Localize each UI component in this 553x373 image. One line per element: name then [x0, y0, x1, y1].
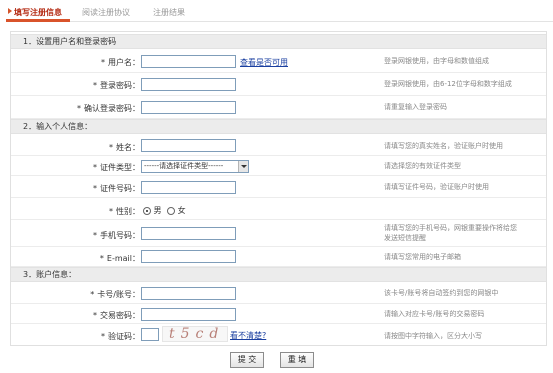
tab-divider: [6, 21, 553, 22]
gender-male-radio[interactable]: [143, 206, 151, 215]
tab-read-agreement[interactable]: 阅读注册协议: [82, 7, 130, 18]
gender-male-label: 男: [153, 206, 162, 215]
password-input[interactable]: [141, 78, 236, 91]
gender-group: 男 女: [143, 205, 186, 216]
row-name: * 姓名： 请填写您的真实姓名，验证账户时使用: [11, 135, 546, 156]
arrow-right-icon: [8, 8, 12, 14]
password-hint: 登录网银使用，由6-12位字母和数字组成: [384, 80, 512, 88]
gender-female-label: 女: [177, 206, 186, 215]
row-tx-password: * 交易密码： 请输入对应卡号/账号的交易密码: [11, 304, 546, 324]
submit-button[interactable]: 提 交: [230, 352, 264, 368]
row-password: * 登录密码： 登录网银使用，由6-12位字母和数字组成: [11, 73, 546, 96]
row-username: * 用户名： 查看是否可用 登录网银使用，由字母和数值组成: [11, 50, 546, 73]
confirm-password-hint: 请重复输入登录密码: [384, 103, 447, 111]
chevron-down-icon[interactable]: [238, 161, 248, 172]
email-input[interactable]: [141, 250, 236, 263]
captcha-image[interactable]: t5cd: [162, 326, 228, 342]
refresh-captcha-link[interactable]: 看不清楚?: [230, 330, 266, 341]
id-type-label: 证件类型：: [100, 163, 140, 172]
username-input[interactable]: [141, 55, 236, 68]
email-label: E-mail：: [106, 254, 140, 263]
gender-label: 性别：: [116, 207, 140, 216]
tx-password-label: 交易密码：: [100, 311, 140, 320]
id-number-label: 证件号码：: [100, 184, 140, 193]
id-type-select[interactable]: ------请选择证件类型------: [141, 160, 249, 173]
section-account: 1．设置用户名和登录密码: [11, 34, 546, 49]
card-input[interactable]: [141, 287, 236, 300]
tab-result[interactable]: 注册结果: [153, 7, 185, 18]
confirm-password-label: 确认登录密码：: [84, 104, 140, 113]
captcha-input[interactable]: [141, 328, 159, 341]
section-bank-account: 3．账户信息：: [11, 267, 546, 282]
row-gender: * 性别： 男 女: [11, 198, 546, 220]
row-mobile: * 手机号码： 请填写您的手机号码，网银重要操作将给您 发送短信提醒: [11, 220, 546, 247]
gender-female-radio[interactable]: [167, 206, 176, 215]
name-label: 姓名：: [116, 143, 140, 152]
tx-password-input[interactable]: [141, 308, 236, 321]
card-hint: 该卡号/账号将自动签约到您的网银中: [384, 289, 499, 297]
captcha-label: 验证码：: [108, 332, 140, 341]
card-label: 卡号/账号：: [97, 290, 140, 299]
row-confirm-password: * 确认登录密码： 请重复输入登录密码: [11, 96, 546, 119]
row-captcha: * 验证码： t5cd 看不清楚? 请按图中字符输入，区分大小写: [11, 324, 546, 346]
row-id-number: * 证件号码： 请填写证件号码，验证账户时使用: [11, 176, 546, 198]
registration-form: 1．设置用户名和登录密码 * 用户名： 查看是否可用 登录网银使用，由字母和数值组…: [10, 31, 547, 346]
password-label: 登录密码：: [100, 81, 140, 90]
reset-button[interactable]: 重 填: [280, 352, 314, 368]
active-tab-indicator: [6, 19, 70, 22]
check-availability-link[interactable]: 查看是否可用: [240, 57, 288, 68]
confirm-password-input[interactable]: [141, 101, 236, 114]
username-label: 用户名：: [108, 58, 140, 67]
mobile-input[interactable]: [141, 227, 236, 240]
step-tabs: 填写注册信息 阅读注册协议 注册结果: [0, 0, 553, 22]
tab-fill-info[interactable]: 填写注册信息: [14, 7, 62, 18]
id-type-hint: 请选择您的有效证件类型: [384, 162, 461, 170]
row-card: * 卡号/账号： 该卡号/账号将自动签约到您的网银中: [11, 283, 546, 304]
row-id-type: * 证件类型： ------请选择证件类型------ 请选择您的有效证件类型: [11, 156, 546, 176]
tx-password-hint: 请输入对应卡号/账号的交易密码: [384, 310, 485, 318]
id-number-input[interactable]: [141, 181, 236, 194]
username-hint: 登录网银使用，由字母和数值组成: [384, 57, 489, 65]
section-personal: 2．输入个人信息：: [11, 119, 546, 134]
id-number-hint: 请填写证件号码，验证账户时使用: [384, 183, 489, 191]
email-hint: 请填写您常用的电子邮箱: [384, 253, 461, 261]
mobile-hint: 请填写您的手机号码，网银重要操作将给您 发送短信提醒: [384, 224, 517, 242]
captcha-hint: 请按图中字符输入，区分大小写: [384, 332, 482, 340]
row-email: * E-mail： 请填写您常用的电子邮箱: [11, 247, 546, 267]
name-hint: 请填写您的真实姓名，验证账户时使用: [384, 142, 503, 150]
name-input[interactable]: [141, 139, 236, 152]
mobile-label: 手机号码：: [100, 231, 140, 240]
